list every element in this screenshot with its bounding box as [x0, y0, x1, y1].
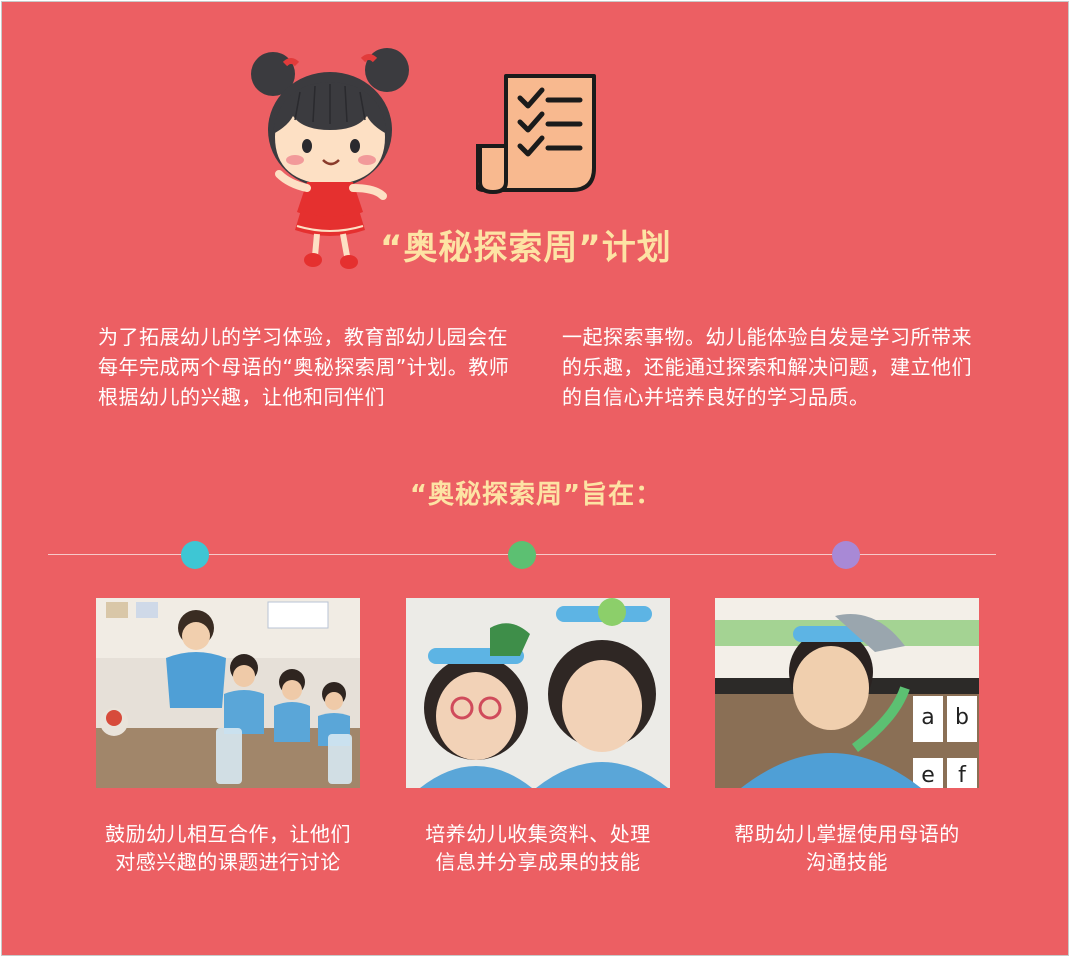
timeline-dot-green: [508, 541, 536, 569]
goal-caption-2-line1: 培养幼儿收集资料、处理: [425, 822, 651, 846]
intro-paragraph-right: 一起探索事物。幼儿能体验自发是学习所带来的乐趣，还能通过探索和解决问题，建立他们…: [562, 325, 972, 409]
alphabet-card-a: a: [921, 705, 934, 730]
goal-caption-3-line1: 帮助幼儿掌握使用母语的: [734, 822, 960, 846]
goal-caption-1-line2: 对感兴趣的课题进行讨论: [115, 850, 341, 874]
poster: “奥秘探索周”计划 为了拓展幼儿的学习体验，教育部幼儿园会在每年完成两个母语的“…: [1, 1, 1069, 956]
goal-caption-1-line1: 鼓励幼儿相互合作，让他们: [105, 822, 351, 846]
intro-paragraph-left: 为了拓展幼儿的学习体验，教育部幼儿园会在每年完成两个母语的“奥秘探索周”计划。教…: [98, 325, 510, 409]
timeline-dot-teal: [181, 541, 209, 569]
goal-caption-2: 培养幼儿收集资料、处理 信息并分享成果的技能: [393, 820, 683, 876]
page-title: “奥秘探索周”计划: [380, 228, 672, 268]
goal-caption-3-line2: 沟通技能: [806, 850, 888, 874]
goals-heading: “奥秘探索周”旨在：: [409, 480, 663, 510]
photo-boy-with-headband: a b e f: [715, 598, 979, 788]
timeline-dot-purple: [832, 541, 860, 569]
checklist-scroll-icon: [476, 74, 596, 194]
goal-caption-3: 帮助幼儿掌握使用母语的 沟通技能: [702, 820, 992, 876]
photo-children-cooperating: [96, 598, 360, 788]
alphabet-card-b: b: [955, 705, 969, 730]
goal-caption-1: 鼓励幼儿相互合作，让他们 对感兴趣的课题进行讨论: [83, 820, 373, 876]
photo-children-with-headbands: [406, 598, 670, 788]
goal-caption-2-line2: 信息并分享成果的技能: [435, 850, 641, 874]
alphabet-card-f: f: [958, 763, 967, 788]
alphabet-card-e: e: [921, 763, 935, 788]
